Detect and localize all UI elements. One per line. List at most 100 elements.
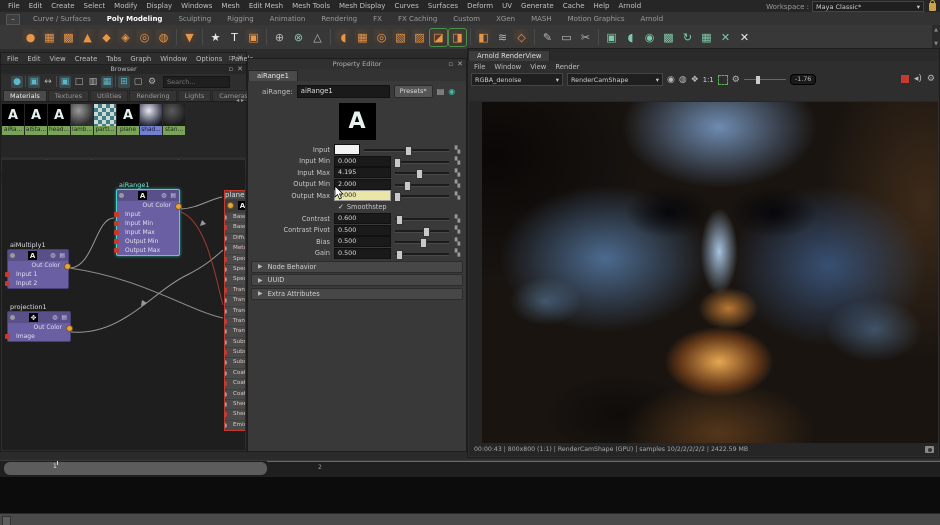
browser-tab-materials[interactable]: Materials xyxy=(3,90,47,101)
shelf-tab-fx[interactable]: FX xyxy=(366,15,389,23)
section-uuid[interactable]: ▶ UUID xyxy=(251,274,463,286)
aov-dropdown[interactable]: RGBA_denoise ▾ xyxy=(471,73,563,86)
attr-value-field[interactable]: 4.195 xyxy=(334,167,391,179)
menu-generate[interactable]: Generate xyxy=(517,2,558,10)
poly-sphere-icon[interactable]: ● xyxy=(22,28,39,46)
node-plane[interactable]: planeABaseBaseDiffuMetalSpecSpecSpecTran… xyxy=(224,190,245,432)
shelf-tab-animation[interactable]: Animation xyxy=(263,15,313,23)
plane-attr-tran-9[interactable]: Tran xyxy=(225,305,245,316)
hypershade-menu-tabs[interactable]: Tabs xyxy=(102,55,125,63)
menu-help[interactable]: Help xyxy=(590,2,614,10)
shelf-collapse-button[interactable]: – xyxy=(6,14,20,25)
snap-curve-icon[interactable]: ↻ xyxy=(679,29,696,46)
plane-attr-spec-6[interactable]: Spec xyxy=(225,274,245,284)
hypershade-menu-create[interactable]: Create xyxy=(71,55,102,63)
slider-handle[interactable] xyxy=(404,146,412,157)
plane-attr-base-1[interactable]: Base xyxy=(225,222,245,232)
plane-attr-tran-10[interactable]: Tran xyxy=(225,315,245,326)
slider-handle[interactable] xyxy=(422,226,430,237)
material-swatch-aiSta[interactable]: AaiSta... xyxy=(25,104,47,135)
quad-draw-icon[interactable]: ✎ xyxy=(539,29,556,46)
freeze-transform-icon[interactable]: ◖ xyxy=(622,29,639,46)
renderview-menu-view[interactable]: View xyxy=(526,63,550,71)
show-hide-icon[interactable]: ▤ xyxy=(437,87,445,96)
mash-pair-icon[interactable]: ◎ xyxy=(373,28,390,46)
attr-value-field[interactable]: 0.600 xyxy=(334,213,391,225)
float-panel-icon[interactable]: ▫ xyxy=(228,54,233,62)
center-pivot-icon[interactable]: ◉ xyxy=(641,29,658,46)
plane-attr-subs-12[interactable]: Subs xyxy=(225,336,245,347)
shelf-tab-fx-caching[interactable]: FX Caching xyxy=(391,15,444,23)
swatch-grid-icon[interactable]: ▥ xyxy=(87,76,99,88)
node-projection1[interactable]: projection1 ✥ ◍ ▤ Out Color Image xyxy=(5,303,73,342)
poly-prism-icon[interactable]: ◈ xyxy=(117,28,134,46)
menu-mesh[interactable]: Mesh xyxy=(217,2,243,10)
range-slider[interactable] xyxy=(0,513,940,525)
poly-cube-icon[interactable]: ▦ xyxy=(41,28,58,46)
clear-graph-icon[interactable]: ▢ xyxy=(132,76,144,88)
compound-attr-icon[interactable]: ▚ xyxy=(453,146,462,154)
hypershade-menu-graph[interactable]: Graph xyxy=(126,55,155,63)
locator-icon[interactable]: ⊗ xyxy=(290,29,307,46)
menu-file[interactable]: File xyxy=(4,2,24,10)
material-swatch-stan[interactable]: stan... xyxy=(163,104,185,135)
graph-materials-icon[interactable]: ⊞ xyxy=(118,75,130,88)
make-live-icon[interactable]: ✕ xyxy=(717,29,734,46)
slider-handle[interactable] xyxy=(420,238,427,249)
menu-deform[interactable]: Deform xyxy=(463,2,497,10)
browser-tab-lights[interactable]: Lights xyxy=(177,90,212,101)
attr-value-field[interactable]: 0.000 xyxy=(334,155,391,167)
workspace-selector[interactable]: Workspace : Maya Classic* ▾ xyxy=(766,0,936,12)
menu-arnold[interactable]: Arnold xyxy=(615,2,646,10)
plane-attr-shee-19[interactable]: Shee xyxy=(225,409,245,419)
menu-modify[interactable]: Modify xyxy=(110,2,141,10)
node-input-image[interactable]: Image xyxy=(5,332,70,341)
close-panel-icon[interactable]: ✕ xyxy=(237,54,243,62)
hypershade-menu-edit[interactable]: Edit xyxy=(23,55,44,63)
material-swatch-aiRa[interactable]: AaiRa... xyxy=(2,104,24,135)
swatch-large-icon[interactable]: ▦ xyxy=(101,75,113,88)
compound-attr-icon[interactable]: ▚ xyxy=(453,215,462,223)
mash-network-icon[interactable]: ◖ xyxy=(335,28,352,46)
slider-handle[interactable] xyxy=(396,249,404,260)
poly-torus-icon[interactable]: ◎ xyxy=(136,28,153,46)
tab-arnold-renderview[interactable]: Arnold RenderView xyxy=(468,50,551,61)
swap-nodes-icon[interactable]: ↔ xyxy=(42,76,54,88)
node-output-outcolor[interactable]: Out Color xyxy=(8,261,71,270)
plane-attr-tran-11[interactable]: Tran xyxy=(225,326,245,336)
material-swatch-shad[interactable]: shad... xyxy=(140,104,162,135)
combine-icon[interactable]: ≋ xyxy=(494,29,511,46)
compound-attr-icon[interactable]: ▚ xyxy=(453,180,462,188)
separate-icon[interactable]: ◇ xyxy=(513,28,530,46)
exposure-value[interactable]: -1.76 xyxy=(789,74,817,85)
poly-platonic-icon[interactable]: ▼ xyxy=(181,28,198,46)
node-airange1[interactable]: aiRange1 A ◍ ▤ Out Color Input Input Min Input… xyxy=(114,181,182,256)
tab-scroll-arrows[interactable]: ◂ ▸ xyxy=(236,97,244,104)
menu-edit-mesh[interactable]: Edit Mesh xyxy=(245,2,287,10)
float-browser-icon[interactable]: ▫ xyxy=(228,65,233,74)
hypershade-menu-file[interactable]: File xyxy=(3,55,22,63)
menu-cache[interactable]: Cache xyxy=(559,2,589,10)
menu-mesh-display[interactable]: Mesh Display xyxy=(335,2,389,10)
shelf-tab-rendering[interactable]: Rendering xyxy=(314,15,364,23)
plane-attr-emis-20[interactable]: Emis xyxy=(225,419,245,430)
compound-attr-icon[interactable]: ▚ xyxy=(453,192,462,200)
swatch-medium-icon[interactable]: □ xyxy=(73,76,85,88)
material-swatch-plane[interactable]: Aplane xyxy=(117,104,139,135)
node-output-outcolor[interactable]: Out Color xyxy=(8,323,73,332)
zoom-level[interactable]: 1:1 xyxy=(703,76,714,84)
create-render-node-icon[interactable]: ● xyxy=(11,75,23,88)
start-render-icon[interactable]: ◉ xyxy=(667,75,675,85)
material-swatch-parti[interactable]: parti... xyxy=(94,104,116,135)
tab-airange1[interactable]: aiRange1 xyxy=(248,70,298,81)
compound-attr-icon[interactable]: ▚ xyxy=(453,169,462,177)
render-viewport[interactable] xyxy=(469,101,938,443)
float-propeditor-icon[interactable]: ▫ xyxy=(448,59,453,69)
renderview-menu-window[interactable]: Window xyxy=(490,63,525,71)
renderview-menu-file[interactable]: File xyxy=(470,63,489,71)
attr-value-field[interactable]: 0.500 xyxy=(334,247,391,259)
presets-button[interactable]: Presets* xyxy=(393,85,433,98)
node-input-input-2[interactable]: Input 2 xyxy=(5,279,68,288)
menu-select[interactable]: Select xyxy=(80,2,110,10)
reset-transform-icon[interactable]: ▩ xyxy=(660,29,677,46)
